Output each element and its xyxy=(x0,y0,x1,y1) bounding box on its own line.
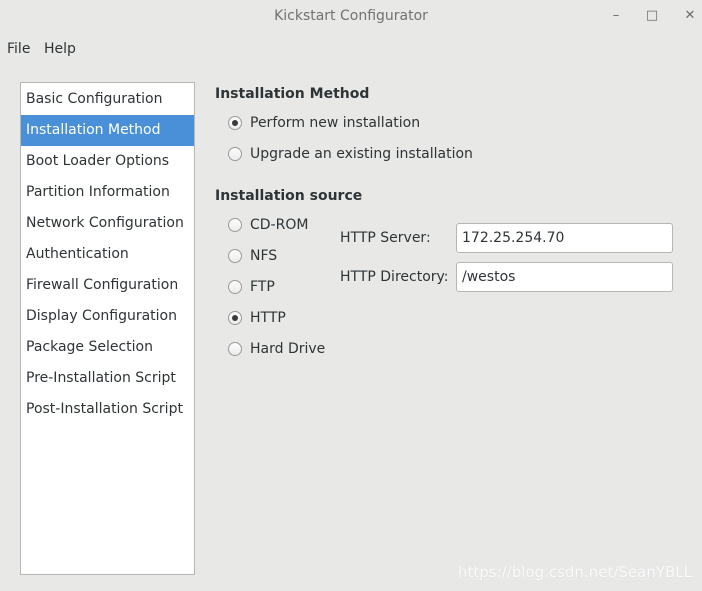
radio-label: HTTP xyxy=(250,310,286,326)
radio-checked-icon[interactable] xyxy=(228,311,242,325)
sidebar-item-pre-installation-script[interactable]: Pre-Installation Script xyxy=(21,363,194,394)
installation-source-heading: Installation source xyxy=(215,188,363,204)
http-directory-input[interactable] xyxy=(456,262,673,292)
radio-label: CD-ROM xyxy=(250,217,309,233)
radio-label: Upgrade an existing installation xyxy=(250,146,473,162)
minimize-icon[interactable]: – xyxy=(606,6,626,26)
sidebar-item-package-selection[interactable]: Package Selection xyxy=(21,332,194,363)
sidebar-item-firewall-configuration[interactable]: Firewall Configuration xyxy=(21,270,194,301)
menu-help[interactable]: Help xyxy=(44,41,76,57)
http-directory-label: HTTP Directory: xyxy=(340,269,449,285)
sidebar-item-authentication[interactable]: Authentication xyxy=(21,239,194,270)
maximize-icon[interactable]: □ xyxy=(642,6,662,26)
http-server-input[interactable] xyxy=(456,223,673,253)
sidebar-item-network-configuration[interactable]: Network Configuration xyxy=(21,208,194,239)
title-bar: Kickstart Configurator – □ ✕ xyxy=(0,0,702,32)
menu-bar: File Help xyxy=(0,38,702,62)
radio-unchecked-icon[interactable] xyxy=(228,342,242,356)
watermark-text: https://blog.csdn.net/SeanYBLL xyxy=(457,563,692,581)
radio-unchecked-icon[interactable] xyxy=(228,280,242,294)
radio-unchecked-icon[interactable] xyxy=(228,218,242,232)
radio-label: FTP xyxy=(250,279,275,295)
installation-method-heading: Installation Method xyxy=(215,86,370,102)
close-icon[interactable]: ✕ xyxy=(680,6,700,26)
http-server-label: HTTP Server: xyxy=(340,230,431,246)
radio-unchecked-icon[interactable] xyxy=(228,249,242,263)
radio-label: NFS xyxy=(250,248,278,264)
sidebar-item-display-configuration[interactable]: Display Configuration xyxy=(21,301,194,332)
sidebar-item-installation-method[interactable]: Installation Method xyxy=(21,115,194,146)
window-title: Kickstart Configurator xyxy=(274,8,428,24)
radio-unchecked-icon[interactable] xyxy=(228,147,242,161)
sidebar-item-post-installation-script[interactable]: Post-Installation Script xyxy=(21,394,194,425)
radio-label: Hard Drive xyxy=(250,341,326,357)
sidebar-item-boot-loader-options[interactable]: Boot Loader Options xyxy=(21,146,194,177)
menu-file[interactable]: File xyxy=(7,41,30,57)
sidebar-list: Basic Configuration Installation Method … xyxy=(20,82,195,575)
sidebar-item-basic-configuration[interactable]: Basic Configuration xyxy=(21,84,194,115)
radio-label: Perform new installation xyxy=(250,115,421,131)
radio-checked-icon[interactable] xyxy=(228,116,242,130)
sidebar-item-partition-information[interactable]: Partition Information xyxy=(21,177,194,208)
